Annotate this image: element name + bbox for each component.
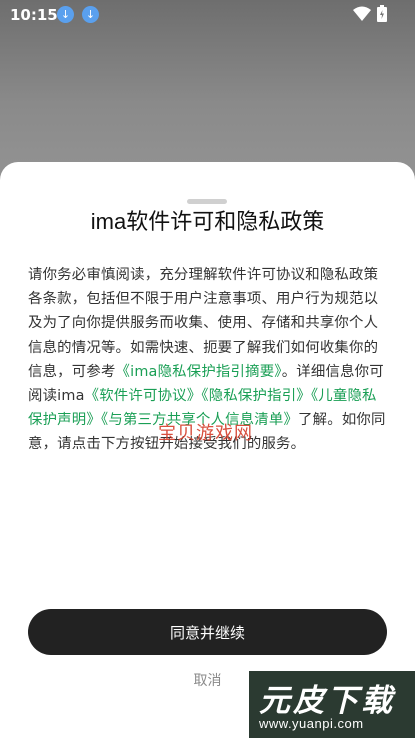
agree-continue-button[interactable]: 同意并继续 xyxy=(28,609,387,655)
link-third-party-list[interactable]: 《与第三方共享个人信息清单》 xyxy=(101,412,298,428)
site-logo-url: www.yuanpi.com xyxy=(259,716,364,731)
site-logo-name: 元皮下载 xyxy=(259,683,395,719)
dialog-title: ima软件许可和隐私政策 xyxy=(90,209,325,234)
link-privacy-summary[interactable]: 《ima隐私保护指引摘要》 xyxy=(116,364,282,380)
site-logo: 元皮下载 www.yuanpi.com xyxy=(249,671,415,738)
battery-icon xyxy=(377,5,387,22)
status-time: 10:15 xyxy=(10,6,58,24)
privacy-dialog-sheet: ima软件许可和隐私政策 请你务必审慎阅读，充分理解软件许可协议和隐私政策各条款… xyxy=(0,162,415,738)
link-software-license[interactable]: 《软件许可协议》 xyxy=(85,388,202,404)
status-icons xyxy=(353,5,387,22)
wifi-icon xyxy=(353,6,371,21)
policy-text: 请你务必审慎阅读，充分理解软件许可协议和隐私政策各条款，包括但不限于用户注意事项… xyxy=(28,263,388,457)
status-bar: 10:15 ↓ ↓ xyxy=(0,0,415,30)
download-icon: ↓ xyxy=(82,6,99,23)
link-privacy-guide[interactable]: 《隐私保护指引》 xyxy=(201,388,311,404)
download-icon: ↓ xyxy=(57,6,74,23)
